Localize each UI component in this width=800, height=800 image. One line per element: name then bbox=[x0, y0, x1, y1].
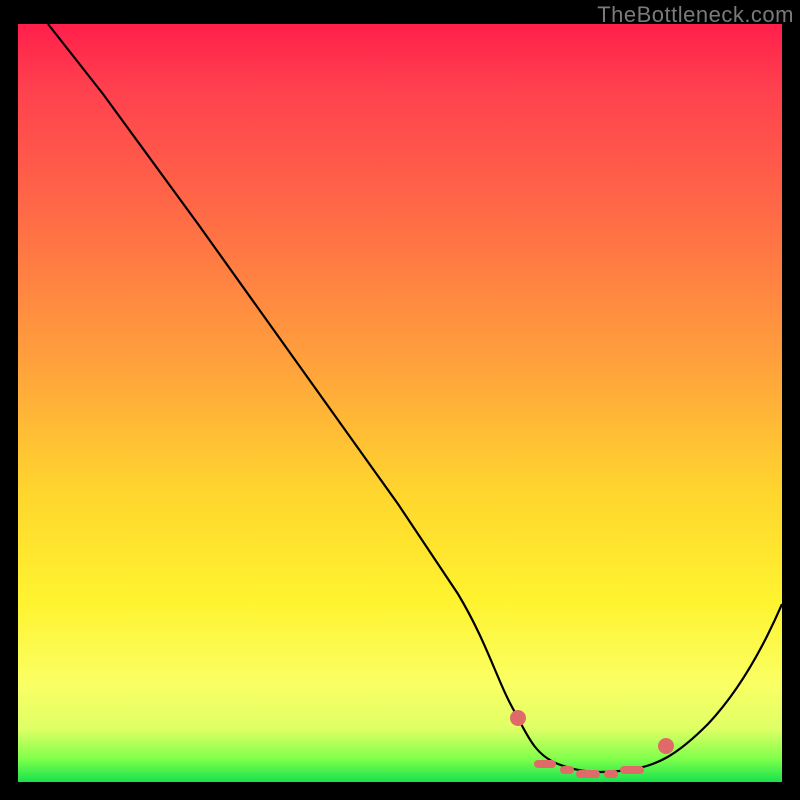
watermark-text: TheBottleneck.com bbox=[597, 2, 794, 28]
highlight-point-end bbox=[658, 738, 674, 754]
chart-root: TheBottleneck.com bbox=[0, 0, 800, 800]
highlight-dash bbox=[620, 766, 644, 774]
highlight-dash bbox=[560, 766, 574, 774]
highlight-optimal-range bbox=[510, 710, 674, 778]
highlight-dash bbox=[576, 770, 600, 778]
highlight-dash bbox=[604, 770, 618, 778]
highlight-dash bbox=[534, 760, 556, 768]
curve-svg bbox=[18, 24, 782, 782]
bottleneck-curve-line bbox=[48, 24, 782, 772]
highlight-point-start bbox=[510, 710, 526, 726]
plot-area bbox=[18, 24, 782, 782]
